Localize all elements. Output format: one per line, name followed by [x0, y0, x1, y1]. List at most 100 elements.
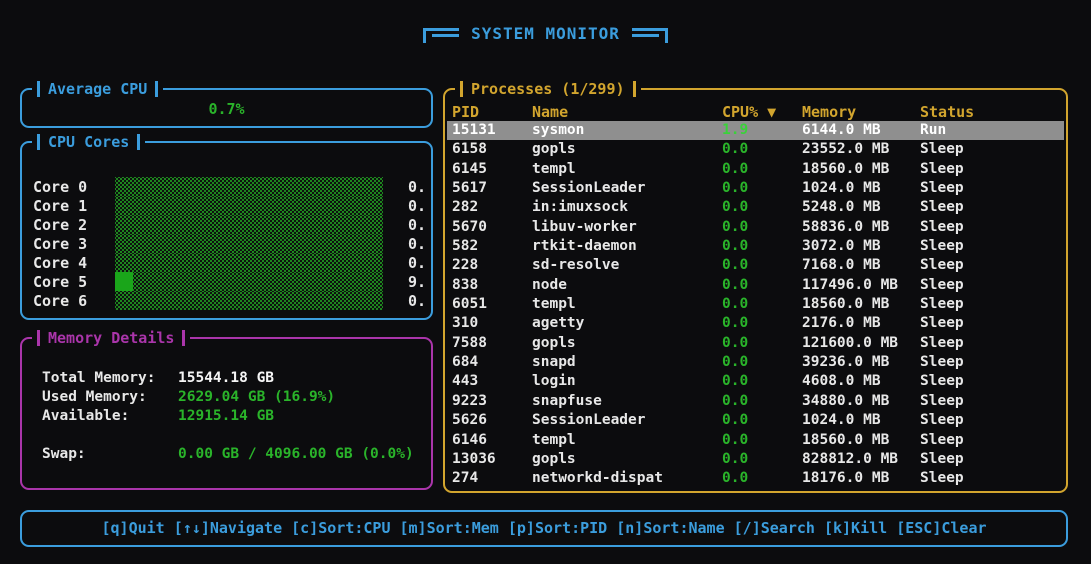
processes-title-label: Processes (1/299) [471, 80, 625, 98]
process-row[interactable]: 6146 templ 0.0 18560.0 MB Sleep [447, 431, 1064, 450]
processes-panel-title: Processes (1/299) [455, 78, 641, 100]
process-name: snapd [532, 354, 576, 371]
process-name: sd-resolve [532, 257, 620, 274]
cpu-core-row: Core 5 9. [22, 272, 431, 291]
process-row[interactable]: 282 in:imuxsock 0.0 5248.0 MB Sleep [447, 198, 1064, 217]
cpu-core-list: Core 0 0. Core 1 0. Core 2 0. Core 3 0. … [22, 177, 431, 310]
core-usage-value: 0. [407, 196, 426, 215]
process-name: gopls [532, 141, 576, 158]
process-row[interactable]: 582 rtkit-daemon 0.0 3072.0 MB Sleep [447, 237, 1064, 256]
process-row[interactable]: 310 agetty 0.0 2176.0 MB Sleep [447, 314, 1064, 333]
title-tick-right [137, 134, 141, 150]
process-pid: 6158 [452, 141, 487, 158]
cpu-core-row: Core 2 0. [22, 215, 431, 234]
process-pid: 7588 [452, 334, 487, 351]
core-usage-bar [115, 253, 383, 272]
title-tick-right [155, 81, 159, 97]
title-tick-left [37, 134, 40, 150]
core-label: Core 6 [33, 291, 88, 310]
process-row[interactable]: 5626 SessionLeader 0.0 1024.0 MB Sleep [447, 411, 1064, 430]
process-status: Sleep [920, 470, 964, 487]
used-memory-label: Used Memory: [42, 388, 147, 405]
process-status: Sleep [920, 373, 964, 390]
process-memory: 18560.0 MB [802, 296, 890, 313]
process-cpu: 0.0 [722, 392, 749, 409]
process-memory: 2176.0 MB [802, 315, 881, 332]
process-row[interactable]: 684 snapd 0.0 39236.0 MB Sleep [447, 353, 1064, 372]
process-name: in:imuxsock [532, 199, 629, 216]
title-decoration-left-icon [423, 25, 460, 43]
column-header-status[interactable]: Status [920, 103, 974, 121]
process-row[interactable]: 9223 snapfuse 0.0 34880.0 MB Sleep [447, 392, 1064, 411]
column-header-cpu-sorted[interactable]: CPU% ▼ [722, 103, 776, 121]
memory-details-panel: Memory Details Total Memory: 15544.18 GB… [20, 327, 433, 490]
cpu-core-row: Core 4 0. [22, 253, 431, 272]
process-memory: 18176.0 MB [802, 470, 890, 487]
process-status: Sleep [920, 160, 964, 177]
available-memory-label: Available: [42, 407, 130, 424]
process-row[interactable]: 7588 gopls 0.0 121600.0 MB Sleep [447, 334, 1064, 353]
process-cpu: 0.0 [722, 354, 749, 371]
column-header-pid[interactable]: PID [452, 103, 479, 121]
process-pid: 282 [452, 199, 479, 216]
app-title: SYSTEM MONITOR [471, 24, 620, 43]
processes-panel: Processes (1/299) PID Name CPU% ▼ Memory… [443, 78, 1068, 493]
column-header-name[interactable]: Name [532, 103, 568, 121]
core-usage-bar [115, 272, 383, 291]
core-usage-bar-fill [115, 272, 133, 291]
process-name: rtkit-daemon [532, 238, 637, 255]
process-pid: 6145 [452, 160, 487, 177]
available-memory-row: Available: 12915.14 GB [22, 406, 431, 425]
process-row[interactable]: 13036 gopls 0.0 828812.0 MB Sleep [447, 450, 1064, 469]
process-name: snapfuse [532, 392, 602, 409]
process-row[interactable]: 443 login 0.0 4608.0 MB Sleep [447, 372, 1064, 391]
core-usage-bar [115, 234, 383, 253]
process-cpu: 0.0 [722, 373, 749, 390]
process-memory: 39236.0 MB [802, 354, 890, 371]
process-row[interactable]: 6158 gopls 0.0 23552.0 MB Sleep [447, 140, 1064, 159]
process-pid: 15131 [452, 122, 496, 138]
process-row[interactable]: 6145 templ 0.0 18560.0 MB Sleep [447, 160, 1064, 179]
core-usage-bar [115, 196, 383, 215]
cpu-cores-panel-title: CPU Cores [32, 131, 146, 153]
core-usage-value: 0. [407, 234, 426, 253]
process-status: Sleep [920, 412, 964, 429]
title-tick-right [182, 330, 186, 346]
process-name: SessionLeader [532, 180, 646, 197]
process-row[interactable]: 274 networkd-dispat 0.0 18176.0 MB Sleep [447, 469, 1064, 488]
process-row[interactable]: 15131 sysmon 1.9 6144.0 MB Run [447, 121, 1064, 141]
process-pid: 443 [452, 373, 479, 390]
average-cpu-title-label: Average CPU [48, 80, 148, 98]
process-name: node [532, 276, 567, 293]
total-memory-label: Total Memory: [42, 369, 156, 386]
process-pid: 838 [452, 276, 479, 293]
process-pid: 5617 [452, 180, 487, 197]
core-usage-bar [115, 291, 383, 310]
process-memory: 1024.0 MB [802, 180, 881, 197]
core-usage-bar [115, 215, 383, 234]
core-usage-value: 0. [407, 215, 426, 234]
process-name: agetty [532, 315, 585, 332]
process-pid: 6051 [452, 296, 487, 313]
process-memory: 117496.0 MB [802, 276, 899, 293]
process-row[interactable]: 6051 templ 0.0 18560.0 MB Sleep [447, 295, 1064, 314]
process-row[interactable]: 5617 SessionLeader 0.0 1024.0 MB Sleep [447, 179, 1064, 198]
column-header-memory[interactable]: Memory [802, 103, 856, 121]
process-pid: 5670 [452, 218, 487, 235]
process-cpu: 0.0 [722, 315, 749, 332]
keybindings-bar: [q]Quit [↑↓]Navigate [c]Sort:CPU [m]Sort… [20, 510, 1068, 547]
process-name: sysmon [532, 122, 585, 138]
process-cpu: 0.0 [722, 218, 749, 235]
process-row[interactable]: 838 node 0.0 117496.0 MB Sleep [447, 276, 1064, 295]
cpu-core-row: Core 1 0. [22, 196, 431, 215]
process-cpu: 0.0 [722, 141, 749, 158]
core-usage-value: 0. [407, 291, 426, 310]
core-label: Core 1 [33, 196, 88, 215]
process-cpu: 0.0 [722, 257, 749, 274]
process-name: templ [532, 431, 576, 448]
process-status: Sleep [920, 180, 964, 197]
process-row[interactable]: 228 sd-resolve 0.0 7168.0 MB Sleep [447, 256, 1064, 275]
average-cpu-value: 0.7% [208, 100, 245, 118]
process-row[interactable]: 5670 libuv-worker 0.0 58836.0 MB Sleep [447, 218, 1064, 237]
process-name: templ [532, 296, 576, 313]
